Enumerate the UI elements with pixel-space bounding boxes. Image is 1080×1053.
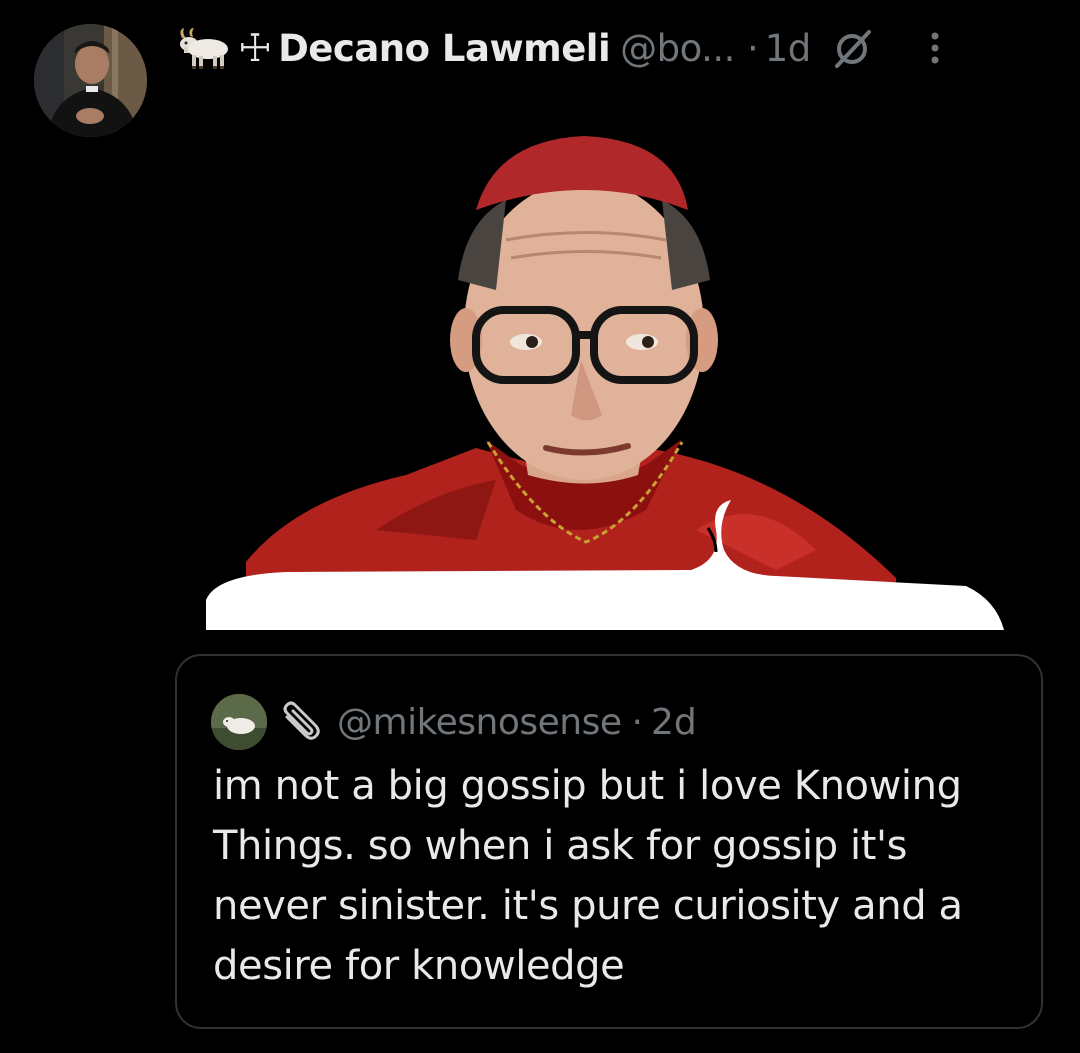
quoted-tweet-header: @mikesnosense · 2d [211,694,697,750]
quoted-author-handle[interactable]: @mikesnosense [337,702,622,743]
tweet-timestamp[interactable]: 1d [765,27,812,70]
quoted-author-avatar[interactable] [211,694,267,750]
quoted-tweet-text: im not a big gossip but i love Knowing T… [213,763,963,989]
author-display-name[interactable]: Decano Lawmeli [278,27,611,70]
quoted-tweet[interactable]: @mikesnosense · 2d im not a big gossip b… [175,654,1043,1029]
paperclip-icon [283,701,320,740]
tweet[interactable]: ☩ Decano Lawmeli @bo... · 1d @mikesnosen… [0,0,1080,1053]
lamb-avatar-image [211,694,267,750]
goat-emoji-icon [180,28,228,69]
tweet-media[interactable] [176,130,1036,640]
author-handle[interactable]: @bo... [620,27,735,70]
grok-icon[interactable] [831,26,875,70]
author-avatar[interactable] [34,24,147,137]
quoted-tweet-timestamp[interactable]: 2d [651,702,697,743]
more-vertical-icon[interactable] [929,28,941,68]
quoted-header-separator: · [631,701,643,743]
media-image [176,130,1036,640]
cross-symbol: ☩ [238,26,273,70]
header-separator: · [746,26,759,70]
avatar-image [34,24,147,137]
tweet-header: ☩ Decano Lawmeli @bo... · 1d [176,18,1056,78]
